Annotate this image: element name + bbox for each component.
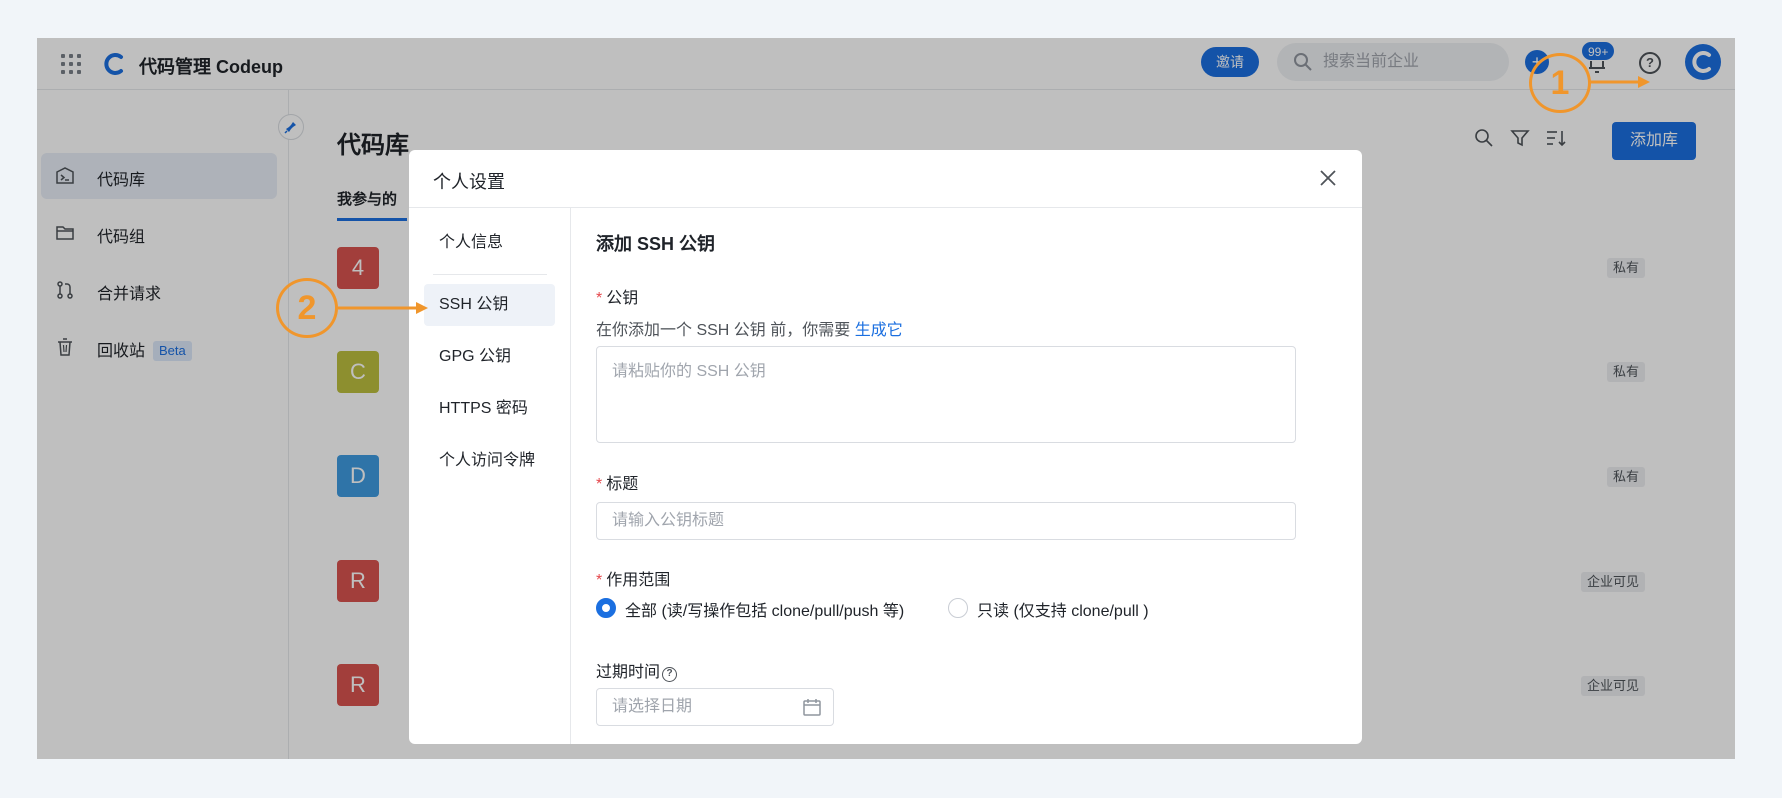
annotation-step-2: 2 — [276, 278, 338, 338]
annotation-arrow-1 — [1590, 76, 1650, 88]
annotation-arrow-2 — [338, 302, 428, 314]
annotation-step-1: 1 — [1529, 53, 1591, 113]
annotation-layer — [338, 76, 1650, 314]
